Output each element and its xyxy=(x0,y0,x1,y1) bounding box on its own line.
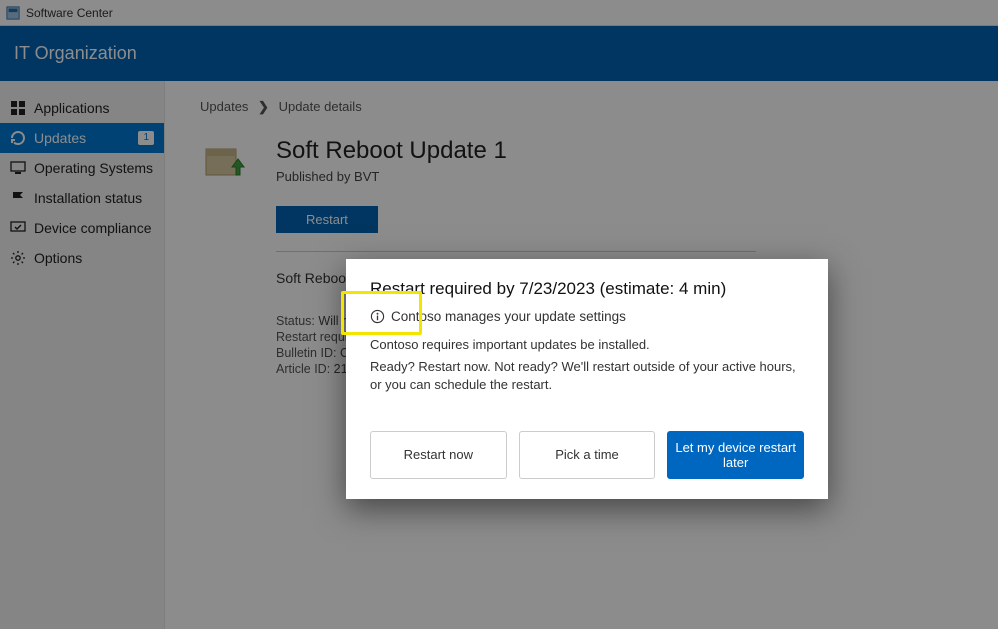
dialog-title: Restart required by 7/23/2023 (estimate:… xyxy=(370,279,804,299)
info-icon xyxy=(370,309,385,324)
modal-overlay: Restart required by 7/23/2023 (estimate:… xyxy=(0,0,998,629)
managed-settings-text: Contoso manages your update settings xyxy=(391,309,626,324)
managed-settings-line: Contoso manages your update settings xyxy=(370,309,804,324)
restart-now-button[interactable]: Restart now xyxy=(370,431,507,479)
dialog-body-line-1: Contoso requires important updates be in… xyxy=(370,336,804,354)
pick-a-time-button[interactable]: Pick a time xyxy=(519,431,656,479)
restart-later-button[interactable]: Let my device restart later xyxy=(667,431,804,479)
dialog-body-line-2: Ready? Restart now. Not ready? We'll res… xyxy=(370,358,804,394)
restart-required-dialog: Restart required by 7/23/2023 (estimate:… xyxy=(346,259,828,499)
